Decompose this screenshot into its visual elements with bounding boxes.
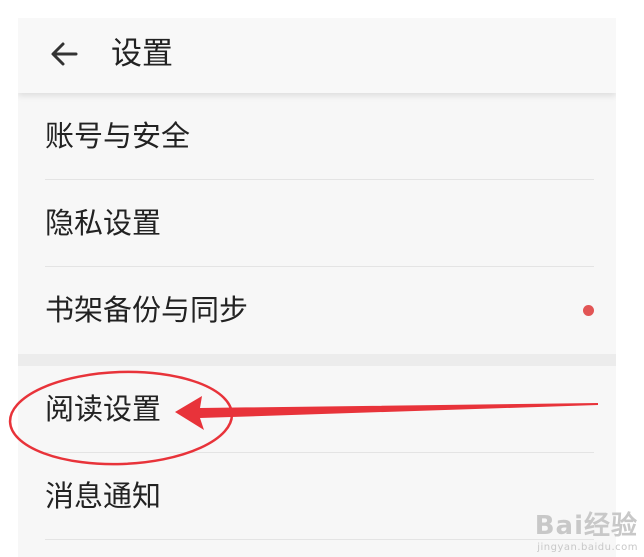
settings-list: 账号与安全 隐私设置 书架备份与同步 阅读设置 消息通知 — [18, 93, 616, 540]
settings-item-notifications[interactable]: 消息通知 — [18, 453, 616, 540]
settings-group-account: 账号与安全 隐私设置 书架备份与同步 — [18, 93, 616, 354]
settings-group-reading: 阅读设置 消息通知 — [18, 366, 616, 540]
watermark-logo: Bai经验 — [534, 511, 638, 541]
settings-item-label: 阅读设置 — [45, 392, 162, 426]
settings-item-label: 账号与安全 — [45, 119, 191, 153]
page-title: 设置 — [111, 36, 173, 72]
settings-item-label: 书架备份与同步 — [45, 293, 249, 327]
section-gap — [18, 354, 616, 366]
settings-item-account-security[interactable]: 账号与安全 — [18, 93, 616, 180]
settings-screen: 设置 账号与安全 隐私设置 书架备份与同步 阅读设置 消息通知 — [18, 18, 616, 557]
watermark-url: jingyan.baidu.com — [537, 542, 638, 553]
settings-item-label: 消息通知 — [45, 479, 162, 513]
settings-item-label: 隐私设置 — [45, 206, 162, 240]
arrow-left-icon[interactable] — [48, 38, 80, 70]
settings-item-reading[interactable]: 阅读设置 — [18, 366, 616, 453]
app-header: 设置 — [18, 18, 616, 93]
settings-item-bookshelf-backup[interactable]: 书架备份与同步 — [18, 267, 616, 354]
watermark: Bai经验 jingyan.baidu.com — [535, 505, 638, 553]
notification-dot — [583, 305, 594, 316]
settings-item-privacy[interactable]: 隐私设置 — [18, 180, 616, 267]
divider — [45, 539, 594, 540]
